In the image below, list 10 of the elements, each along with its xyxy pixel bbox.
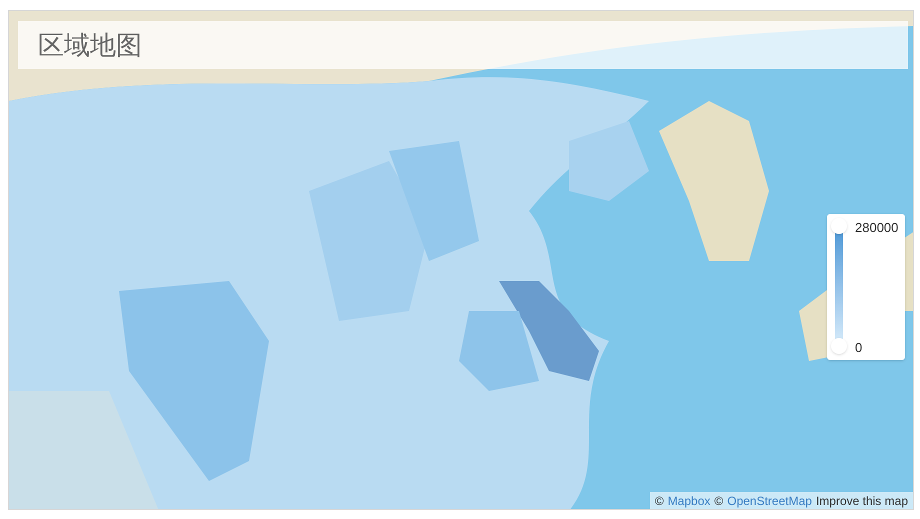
slider-handle[interactable] [831,338,847,354]
map-title: 区域地图 [38,28,142,62]
copyright-sign: © [714,492,724,509]
legend-min-label: 0 [855,339,862,357]
attribution-link[interactable]: Improve this map [816,492,908,509]
attribution-link[interactable]: Mapbox [668,492,710,509]
slider-handle[interactable] [831,218,847,234]
legend-max-label: 280000 [855,219,898,237]
attribution-link[interactable]: OpenStreetMap [727,492,812,509]
copyright-sign: © [654,492,664,509]
